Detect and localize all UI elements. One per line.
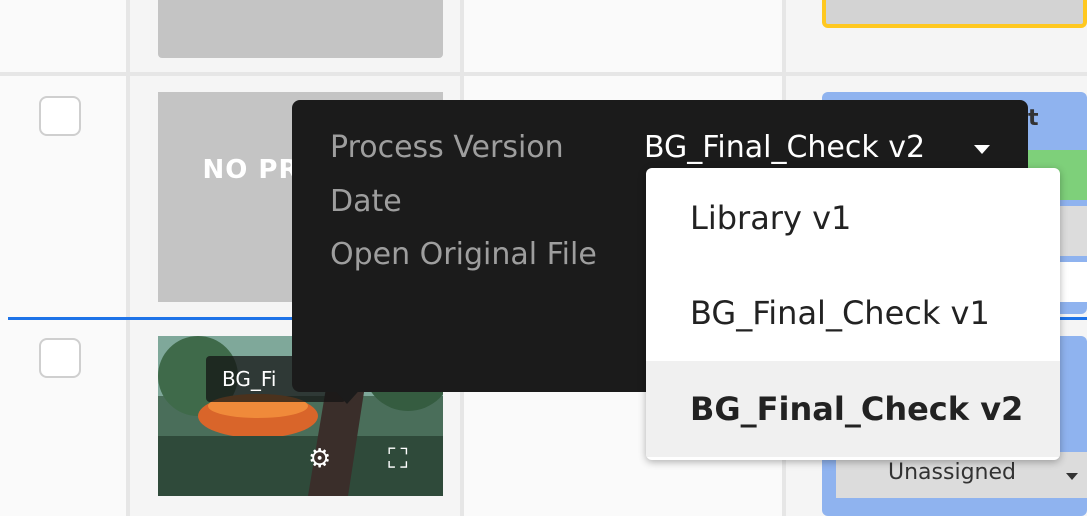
preview-placeholder[interactable] — [158, 0, 443, 58]
chevron-down-icon — [1066, 473, 1078, 480]
date-label: Date — [330, 184, 402, 219]
process-version-menu: Library v1 BG_Final_Check v1 BG_Final_Ch… — [646, 168, 1060, 460]
card-header-text: t — [1028, 106, 1039, 131]
popover-pointer — [329, 384, 365, 404]
row-checkbox[interactable] — [39, 96, 81, 136]
status-card[interactable] — [822, 0, 1087, 28]
menu-item-version[interactable]: Library v1 — [646, 170, 1060, 266]
checkbox-column — [0, 0, 126, 516]
menu-item-version-selected[interactable]: BG_Final_Check v2 — [646, 361, 1060, 457]
row-divider — [0, 72, 1087, 76]
open-original-file-link[interactable]: Open Original File — [330, 237, 597, 272]
chevron-down-icon[interactable] — [974, 145, 990, 154]
row-checkbox[interactable] — [39, 338, 81, 378]
assignee-value: Unassigned — [888, 460, 1016, 485]
gears-icon[interactable]: ⚙ — [308, 444, 331, 474]
process-version-dropdown[interactable]: BG_Final_Check v2 — [644, 130, 925, 165]
fullscreen-icon[interactable]: ⛶ — [388, 442, 408, 476]
menu-item-version[interactable]: BG_Final_Check v1 — [646, 265, 1060, 361]
process-version-label: Process Version — [330, 130, 564, 165]
column-divider — [126, 0, 130, 516]
